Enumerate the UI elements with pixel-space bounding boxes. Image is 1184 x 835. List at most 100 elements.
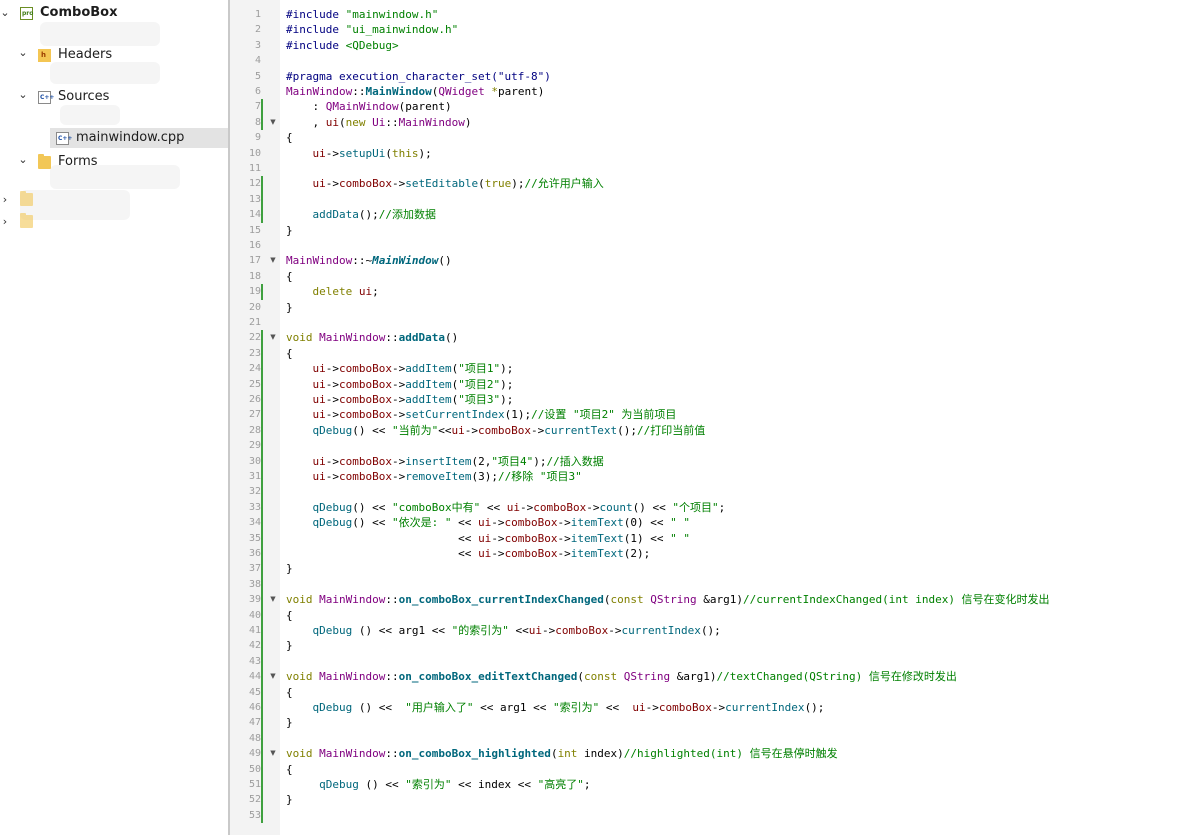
code-line[interactable]: }: [286, 300, 293, 315]
code-token: MainWindow: [365, 85, 432, 98]
code-token: ::: [385, 331, 399, 345]
code-line[interactable]: #include "mainwindow.h": [286, 7, 438, 22]
code-line[interactable]: }: [286, 792, 293, 807]
code-line[interactable]: {: [286, 608, 293, 623]
code-token: ui: [528, 624, 542, 637]
code-line[interactable]: qDebug () << "索引为" << index << "高亮了";: [286, 777, 590, 792]
code-line[interactable]: ui->comboBox->removeItem(3);//移除 "项目3": [286, 469, 582, 484]
code-line[interactable]: #include "ui_mainwindow.h": [286, 22, 458, 37]
code-token: #include: [286, 8, 346, 21]
code-line[interactable]: {: [286, 762, 293, 777]
code-line[interactable]: MainWindow::MainWindow(QWidget *parent): [286, 84, 544, 99]
chevron-right-icon[interactable]: ›: [0, 194, 10, 205]
code-token: currentIndex: [725, 701, 805, 714]
code-editor[interactable]: 1 2 3 4 5 6 7 8 ▼ 9 10 11 12 13 14 15 16 17 ▼ 18 19 20 21 22 ▼ 23…: [230, 0, 1184, 835]
code-line[interactable]: ui->comboBox->addItem("项目1");: [286, 361, 514, 376]
code-token: parent): [497, 85, 545, 98]
code-token: ui: [312, 393, 326, 406]
code-line[interactable]: void MainWindow::addData(): [286, 330, 458, 345]
code-line[interactable]: {: [286, 269, 293, 284]
fold-arrow-icon[interactable]: ▼: [268, 592, 278, 607]
code-line[interactable]: qDebug () << arg1 << "的索引为" <<ui->comboB…: [286, 623, 721, 638]
change-marker: [261, 176, 263, 223]
code-line[interactable]: ui->comboBox->setEditable(true);//允许用户输入: [286, 176, 604, 191]
tree-item-sources[interactable]: ⌄ C++ Sources: [0, 87, 228, 107]
code-token: MainWindow: [398, 115, 465, 129]
code-line[interactable]: ui->comboBox->addItem("项目3");: [286, 392, 514, 407]
code-token: ui: [312, 362, 326, 376]
code-line[interactable]: qDebug() << "依次是: " << ui->comboBox->ite…: [286, 515, 690, 530]
code-token: comboBox: [339, 408, 392, 422]
line-number: 30: [248, 455, 261, 467]
code-token: qDebug: [319, 778, 359, 791]
code-line[interactable]: qDebug() << "当前为"<<ui->comboBox->current…: [286, 423, 706, 438]
code-token: () <<: [352, 500, 392, 514]
code-line[interactable]: , ui(new Ui::MainWindow): [286, 115, 471, 130]
code-token: "索引为": [552, 701, 600, 714]
code-line[interactable]: << ui->comboBox->itemText(2);: [286, 546, 650, 561]
tree-item-project[interactable]: ⌄ pro ComboBox: [0, 3, 228, 23]
code-line[interactable]: }: [286, 223, 293, 238]
chevron-down-icon[interactable]: ⌄: [18, 89, 28, 100]
code-line[interactable]: void MainWindow::on_comboBox_highlighted…: [286, 746, 838, 761]
code-token: ui: [312, 470, 326, 483]
fold-arrow-icon[interactable]: ▼: [268, 115, 278, 130]
code-token: ::: [385, 115, 399, 129]
code-line[interactable]: delete ui;: [286, 284, 379, 299]
code-line[interactable]: << ui->comboBox->itemText(1) << " ": [286, 531, 690, 546]
code-token: insertItem: [405, 454, 472, 468]
code-token: ->: [325, 393, 339, 406]
code-token: );: [500, 362, 514, 376]
code-line[interactable]: addData();//添加数据: [286, 207, 436, 222]
code-line[interactable]: MainWindow::~MainWindow(): [286, 253, 452, 268]
chevron-down-icon[interactable]: ⌄: [18, 47, 28, 58]
code-token: "当前为": [392, 423, 439, 437]
code-token: MainWindow: [312, 747, 386, 761]
code-token: //currentIndexChanged(int index) 信号在变化时发…: [743, 593, 1050, 607]
code-line[interactable]: ui->comboBox->setCurrentIndex(1);//设置 "项…: [286, 407, 677, 422]
chevron-right-icon[interactable]: ›: [0, 216, 10, 227]
code-token: (: [478, 177, 485, 191]
code-line[interactable]: }: [286, 638, 293, 653]
code-token: ->: [391, 470, 406, 483]
code-token: void: [286, 331, 313, 345]
code-line[interactable]: }: [286, 561, 293, 576]
line-number: 3: [254, 39, 261, 51]
line-number: 17: [248, 255, 261, 267]
code-line[interactable]: #include <QDebug>: [286, 38, 399, 53]
tree-item-forms[interactable]: ⌄ Forms: [0, 152, 228, 172]
code-line[interactable]: ui->setupUi(this);: [286, 146, 432, 161]
code-line[interactable]: qDebug() << "comboBox中有" << ui->comboBox…: [286, 500, 726, 515]
chevron-down-icon[interactable]: ⌄: [18, 154, 28, 165]
code-line[interactable]: {: [286, 130, 293, 145]
fold-arrow-icon[interactable]: ▼: [268, 330, 278, 345]
code-line[interactable]: }: [286, 715, 293, 730]
code-line[interactable]: void MainWindow::on_comboBox_currentInde…: [286, 592, 1050, 607]
line-number: 53: [248, 809, 261, 821]
code-line[interactable]: qDebug () << "用户输入了" << arg1 << "索引为" <<…: [286, 700, 825, 715]
code-token: #pragma execution_character_set("utf-8"): [286, 69, 551, 83]
fold-arrow-icon[interactable]: ▼: [268, 746, 278, 761]
chevron-down-icon[interactable]: ⌄: [0, 7, 10, 18]
line-number: 48: [248, 732, 261, 744]
tree-item-headers[interactable]: ⌄ h Headers: [0, 45, 228, 65]
code-token: comboBox: [339, 393, 392, 406]
code-token: "用户输入了": [405, 701, 474, 714]
fold-arrow-icon[interactable]: ▼: [268, 669, 278, 684]
code-token: //插入数据: [546, 454, 604, 468]
code-token: () <<: [632, 500, 673, 514]
code-token: this: [391, 146, 419, 160]
tree-item-mainwindow-cpp[interactable]: C++ mainwindow.cpp: [50, 128, 228, 148]
code-line[interactable]: {: [286, 685, 293, 700]
code-line[interactable]: ui->comboBox->addItem("项目2");: [286, 377, 514, 392]
code-line[interactable]: ui->comboBox->insertItem(2,"项目4");//插入数据: [286, 454, 604, 469]
code-line[interactable]: void MainWindow::on_comboBox_editTextCha…: [286, 669, 957, 684]
code-line[interactable]: {: [286, 346, 293, 361]
line-number: 40: [248, 609, 261, 621]
code-line[interactable]: : QMainWindow(parent): [286, 99, 451, 114]
code-line[interactable]: #pragma execution_character_set("utf-8"): [286, 69, 551, 84]
fold-arrow-icon[interactable]: ▼: [268, 253, 278, 268]
